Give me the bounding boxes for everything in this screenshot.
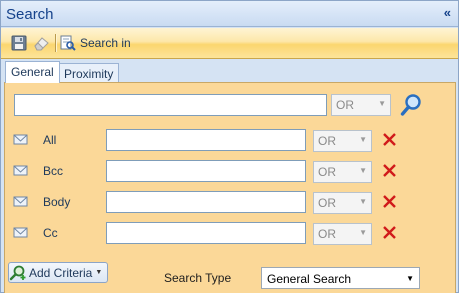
delete-icon[interactable] bbox=[382, 194, 397, 209]
add-criteria-button[interactable]: Add Criteria ▼ bbox=[8, 262, 108, 283]
search-type-select[interactable]: General Search ▼ bbox=[261, 267, 420, 289]
criteria-operator-value: OR bbox=[318, 165, 336, 179]
clear-button[interactable] bbox=[33, 33, 51, 53]
delete-icon[interactable] bbox=[382, 132, 397, 147]
criteria-operator-select[interactable]: OR ▼ bbox=[313, 223, 372, 245]
tab-strip: General Proximity bbox=[1, 60, 458, 83]
criteria-input[interactable] bbox=[106, 222, 306, 244]
add-criteria-label: Add Criteria bbox=[29, 265, 93, 280]
search-panel: Search « Search in General Proximity OR … bbox=[0, 0, 459, 293]
tab-general[interactable]: General bbox=[5, 61, 60, 83]
magnifier-icon bbox=[400, 94, 421, 116]
criteria-operator-select[interactable]: OR ▼ bbox=[313, 192, 372, 214]
tab-proximity[interactable]: Proximity bbox=[58, 63, 120, 83]
envelope-icon bbox=[13, 196, 28, 207]
search-in-icon bbox=[60, 35, 76, 51]
criteria-row: Cc OR ▼ bbox=[5, 222, 457, 246]
criteria-label: Cc bbox=[43, 226, 58, 240]
chevron-down-icon: ▼ bbox=[359, 228, 367, 237]
delete-icon[interactable] bbox=[382, 225, 397, 240]
criteria-label: Bcc bbox=[43, 164, 64, 178]
criteria-input[interactable] bbox=[106, 191, 306, 213]
floppy-disk-icon bbox=[11, 35, 27, 51]
criteria-operator-value: OR bbox=[318, 134, 336, 148]
chevron-down-icon: ▼ bbox=[378, 99, 386, 108]
chevron-down-icon: ▼ bbox=[95, 269, 103, 276]
toolbar: Search in bbox=[1, 28, 458, 59]
envelope-icon bbox=[13, 165, 28, 176]
search-button[interactable] bbox=[400, 93, 422, 117]
panel-title: Search bbox=[6, 6, 54, 23]
chevron-down-icon: ▼ bbox=[359, 166, 367, 175]
criteria-row: Bcc OR ▼ bbox=[5, 160, 457, 184]
search-in-button[interactable]: Search in bbox=[60, 33, 131, 53]
eraser-icon bbox=[34, 37, 49, 51]
chevron-down-icon: ▼ bbox=[359, 197, 367, 206]
main-operator-value: OR bbox=[336, 98, 354, 112]
criteria-input[interactable] bbox=[106, 160, 306, 182]
main-search-input[interactable] bbox=[14, 94, 327, 116]
main-operator-select[interactable]: OR ▼ bbox=[331, 94, 391, 116]
chevron-down-icon: ▼ bbox=[406, 274, 414, 283]
criteria-operator-select[interactable]: OR ▼ bbox=[313, 130, 372, 152]
save-button[interactable] bbox=[11, 33, 29, 53]
criteria-row: Body OR ▼ bbox=[5, 191, 457, 215]
criteria-operator-value: OR bbox=[318, 196, 336, 210]
envelope-icon bbox=[13, 227, 28, 238]
criteria-row: All OR ▼ bbox=[5, 129, 457, 153]
criteria-operator-value: OR bbox=[318, 227, 336, 241]
add-search-icon bbox=[9, 265, 26, 281]
criteria-operator-select[interactable]: OR ▼ bbox=[313, 161, 372, 183]
toolbar-separator bbox=[55, 34, 56, 52]
title-bar: Search « bbox=[1, 1, 458, 27]
criteria-label: All bbox=[43, 133, 57, 147]
delete-icon[interactable] bbox=[382, 163, 397, 178]
criteria-input[interactable] bbox=[106, 129, 306, 151]
criteria-label: Body bbox=[43, 195, 71, 209]
search-type-label: Search Type bbox=[164, 271, 232, 285]
collapse-icon[interactable]: « bbox=[444, 5, 451, 20]
chevron-down-icon: ▼ bbox=[359, 135, 367, 144]
search-in-label: Search in bbox=[80, 36, 131, 50]
general-tab-content: OR ▼ All OR ▼ Bcc OR ▼ Body OR ▼ Cc OR ▼… bbox=[4, 82, 456, 293]
envelope-icon bbox=[13, 134, 28, 145]
search-type-value: General Search bbox=[267, 272, 352, 286]
